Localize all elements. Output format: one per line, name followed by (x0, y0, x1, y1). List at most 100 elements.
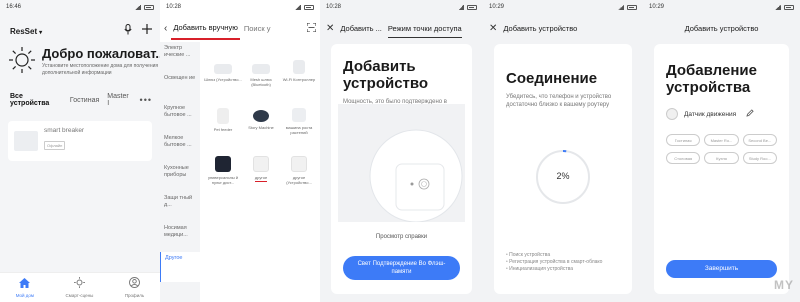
device-type-item[interactable]: машина роста растений (280, 108, 318, 150)
room-chip[interactable]: Master Ro... (704, 134, 739, 146)
connection-card: Соединение Убедитесь, что телефон и устр… (494, 44, 632, 294)
header-title: Добавить устройство (684, 23, 759, 33)
sun-icon (73, 277, 85, 291)
other-device-icon (291, 156, 307, 172)
microphone-icon[interactable] (124, 24, 132, 38)
mesh-gateway-icon (252, 64, 270, 74)
sensor-row: Датчик движения (666, 108, 777, 120)
home-name: ResSet (10, 26, 38, 36)
room-chip[interactable]: Гостиная (666, 134, 701, 146)
sensor-name: Датчик движения (684, 110, 737, 118)
room-options: Гостиная Master Ro... Second Be... Столо… (666, 134, 777, 164)
device-card[interactable]: smart breaker Офлайн (8, 121, 152, 161)
tab-all-devices[interactable]: Все устройства (10, 93, 62, 107)
room-chip[interactable]: Study Roo... (742, 152, 777, 164)
step-item: Поиск устройства (506, 252, 602, 259)
edit-icon[interactable] (746, 109, 754, 119)
category-item[interactable]: Крупное бытовое ... (160, 102, 200, 132)
status-bar: 10:28 (320, 0, 483, 14)
status-time: 10:28 (166, 4, 182, 10)
back-icon[interactable]: ‹ (164, 23, 167, 34)
tab-living-room[interactable]: Гостиная (70, 97, 99, 104)
watermark-text: MY (774, 278, 794, 292)
home-icon (19, 277, 31, 291)
tab-ap-mode[interactable]: Режим точки доступа (387, 24, 462, 38)
room-chip[interactable]: Столовая (666, 152, 701, 164)
device-illustration (338, 104, 465, 222)
device-type-label: Pet feeder (213, 127, 233, 132)
category-item[interactable]: Освещен ие (160, 72, 200, 102)
tab-add-manually[interactable]: Добавить вручную (171, 23, 241, 40)
universal-remote-icon (215, 156, 231, 172)
category-item-other[interactable]: Другое (160, 252, 200, 282)
device-type-item[interactable]: Mesh шлюз (Bluetooth) (242, 60, 280, 102)
device-type-item[interactable]: Story Machine (242, 108, 280, 150)
close-icon[interactable]: ✕ (489, 23, 497, 34)
story-machine-icon (253, 110, 269, 122)
device-type-item-other[interactable]: другое (242, 156, 280, 198)
nav-label: Мой дом (15, 292, 35, 298)
finish-button[interactable]: Завершить (666, 260, 777, 278)
device-name: smart breaker (44, 127, 85, 134)
sun-icon (8, 46, 36, 74)
device-status-badge: Офлайн (44, 141, 66, 150)
device-type-item[interactable]: Pet feeder (204, 108, 242, 150)
device-grid: Шлюз (Устройство... Mesh шлюз (Bluetooth… (200, 42, 320, 302)
progress-percent: 2% (556, 171, 570, 181)
room-chip[interactable]: Кухня (704, 152, 739, 164)
status-bar: 16:46 (0, 0, 160, 14)
other-device-icon (253, 156, 269, 172)
status-time: 16:46 (6, 4, 22, 10)
status-time: 10:28 (326, 4, 342, 10)
welcome-subtitle: Установите местоположение дома для получ… (42, 63, 159, 76)
nav-profile[interactable]: Профиль (125, 277, 144, 298)
device-type-label: Шлюз (Устройство... (204, 77, 242, 82)
nav-my-home[interactable]: Мой дом (15, 277, 35, 298)
wifi-controller-icon (293, 60, 305, 74)
header-title[interactable]: Добавить ... (340, 24, 381, 33)
bottom-navigation: Мой дом Смарт-сцены Профиль (0, 272, 160, 302)
device-type-item[interactable]: другое (Устройство... (280, 156, 318, 198)
card-title: Добавить устройство (343, 58, 429, 92)
room-tabs: Все устройства Гостиная Master I ••• (0, 81, 160, 107)
view-help-link[interactable]: Просмотр справки (331, 234, 472, 240)
category-item[interactable]: Защи тный д... (160, 192, 200, 222)
card-title: Добавление устройства (666, 62, 757, 96)
nav-label: Смарт-сцены (65, 293, 94, 298)
status-time: 10:29 (489, 4, 505, 10)
card-description: Убедитесь, что телефон и устройство дост… (506, 94, 612, 108)
more-icon[interactable]: ••• (140, 95, 152, 105)
nav-smart-scenes[interactable]: Смарт-сцены (65, 277, 94, 298)
step-list: Поиск устройства Регистрация устройства … (506, 252, 602, 273)
step-item: Инициализация устройства (506, 266, 602, 273)
tab-search[interactable]: Поиск у (244, 24, 272, 33)
welcome-banner[interactable]: Добро пожаловат... Установите местополож… (0, 42, 160, 81)
category-item[interactable]: Кухонные приборы (160, 162, 200, 192)
device-type-label: машина роста растений (285, 125, 313, 135)
device-type-label: другое (Устройство... (286, 175, 312, 185)
add-icon[interactable] (142, 24, 152, 38)
header-title: Добавить устройство (503, 23, 578, 33)
device-type-item[interactable]: универсальны й пульт дист... (204, 156, 242, 198)
status-time: 10:29 (649, 4, 665, 10)
device-type-item[interactable]: Шлюз (Устройство... (204, 60, 242, 102)
category-item[interactable]: Мелкое бытовое ... (160, 132, 200, 162)
home-screen: 16:46 ResSet ▾ Добро пожаловат... Устано… (0, 0, 160, 302)
card-title: Соединение (506, 70, 598, 87)
room-chip[interactable]: Second Be... (742, 134, 777, 146)
welcome-title: Добро пожаловат... (42, 46, 160, 61)
confirm-light-button[interactable]: Свет Подтверждение Во Флэш-памяти (343, 256, 460, 280)
close-icon[interactable]: ✕ (326, 23, 334, 34)
device-type-item[interactable]: Wi-Fi Контроллер (280, 60, 318, 102)
tab-master[interactable]: Master I (107, 93, 131, 107)
status-bar: 10:29 (483, 0, 643, 14)
device-type-label: Story Machine (248, 125, 274, 130)
profile-icon (129, 277, 140, 291)
category-item[interactable]: Носимая медици... (160, 222, 200, 252)
watermark: MY (774, 278, 794, 292)
home-selector[interactable]: ResSet ▾ (10, 27, 42, 36)
scan-icon[interactable] (306, 22, 317, 34)
category-item[interactable]: Электр ические ... (160, 42, 200, 72)
step-item: Регистрация устройства в смарт-облако (506, 259, 602, 266)
category-list: Электр ические ... Освещен ие Крупное бы… (160, 42, 200, 302)
